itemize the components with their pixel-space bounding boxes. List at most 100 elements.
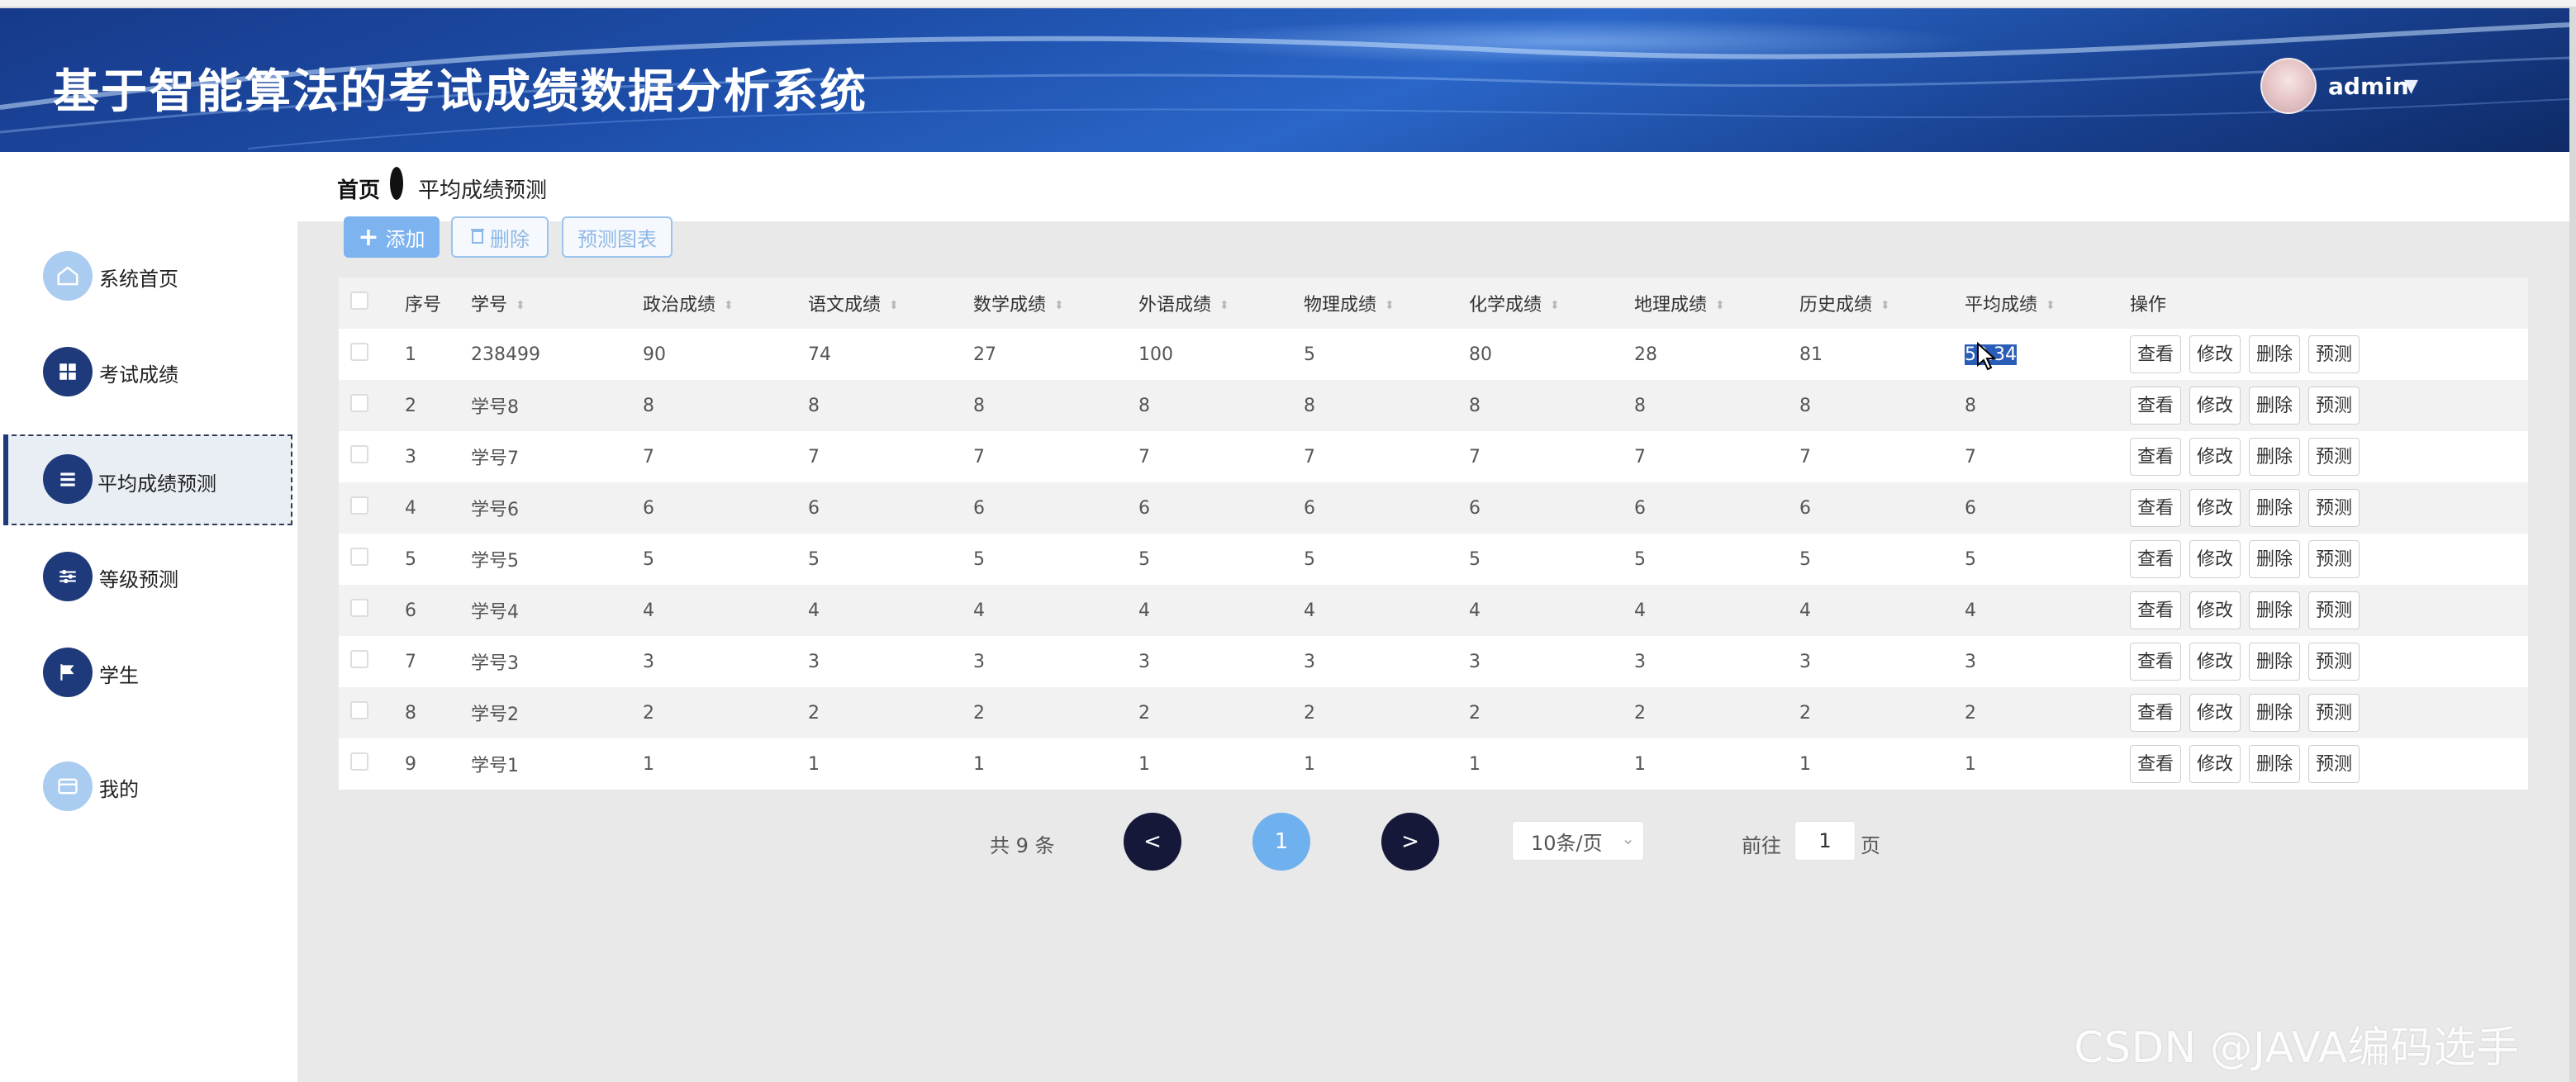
row-checkbox[interactable]: [350, 701, 368, 719]
row-select-cell[interactable]: [339, 329, 405, 380]
view-button[interactable]: 查看: [2130, 489, 2181, 527]
edit-button[interactable]: 修改: [2189, 591, 2241, 629]
delete-row-button[interactable]: 删除: [2249, 540, 2300, 578]
delete-row-button[interactable]: 删除: [2249, 694, 2300, 732]
predict-button[interactable]: 预测: [2308, 335, 2360, 373]
row-checkbox[interactable]: [350, 548, 368, 566]
view-button[interactable]: 查看: [2130, 643, 2181, 681]
row-select-cell[interactable]: [339, 431, 405, 482]
row-select-cell[interactable]: [339, 380, 405, 431]
row-select-cell[interactable]: [339, 534, 405, 585]
table-row[interactable]: 5 学号5 5 5 5 5 5 5 5 5 5 查看 修改 删除 预测: [339, 534, 2528, 585]
row-checkbox[interactable]: [350, 343, 368, 361]
row-select-cell[interactable]: [339, 738, 405, 790]
column-header[interactable]: 数学成绩 ⬍: [973, 278, 1138, 329]
edit-button[interactable]: 修改: [2189, 643, 2241, 681]
predict-button[interactable]: 预测: [2308, 591, 2360, 629]
predict-button[interactable]: 预测: [2308, 438, 2360, 476]
sort-icon[interactable]: ⬍: [1550, 299, 1560, 312]
row-checkbox[interactable]: [350, 496, 368, 515]
edit-button[interactable]: 修改: [2189, 335, 2241, 373]
user-name[interactable]: admin: [2328, 73, 2409, 100]
column-header[interactable]: 历史成绩 ⬍: [1799, 278, 1965, 329]
sort-icon[interactable]: ⬍: [1054, 299, 1064, 312]
sort-icon[interactable]: ⬍: [1385, 299, 1395, 312]
predict-button[interactable]: 预测: [2308, 745, 2360, 783]
column-header[interactable]: 物理成绩 ⬍: [1304, 278, 1469, 329]
view-button[interactable]: 查看: [2130, 745, 2181, 783]
row-checkbox[interactable]: [350, 445, 368, 463]
chevron-down-icon[interactable]: ▼: [2404, 76, 2418, 97]
predict-button[interactable]: 预测: [2308, 387, 2360, 425]
sort-icon[interactable]: ⬍: [889, 299, 899, 312]
row-checkbox[interactable]: [350, 394, 368, 412]
predict-button[interactable]: 预测: [2308, 540, 2360, 578]
delete-row-button[interactable]: 删除: [2249, 489, 2300, 527]
edit-button[interactable]: 修改: [2189, 745, 2241, 783]
table-row[interactable]: 9 学号1 1 1 1 1 1 1 1 1 1 查看 修改 删除 预测: [339, 738, 2528, 790]
sidebar-item-exam-scores[interactable]: 考试成绩: [7, 325, 296, 416]
goto-page-input[interactable]: [1794, 821, 1856, 861]
sort-icon[interactable]: ⬍: [1715, 299, 1725, 312]
sidebar-item-students[interactable]: 学生: [7, 626, 296, 717]
add-button[interactable]: + 添加: [344, 216, 440, 258]
sidebar-item-average-prediction[interactable]: 平均成绩预测: [3, 434, 292, 525]
view-button[interactable]: 查看: [2130, 591, 2181, 629]
view-button[interactable]: 查看: [2130, 335, 2181, 373]
select-all-checkbox[interactable]: [350, 292, 368, 310]
delete-row-button[interactable]: 删除: [2249, 591, 2300, 629]
avatar[interactable]: [2260, 58, 2317, 114]
row-select-cell[interactable]: [339, 636, 405, 687]
sort-icon[interactable]: ⬍: [1219, 299, 1229, 312]
sort-icon[interactable]: ⬍: [516, 299, 525, 312]
table-row[interactable]: 1238499907427100580288159.34查看修改删除预测: [339, 329, 2528, 380]
prediction-chart-button[interactable]: 预测图表: [562, 216, 673, 258]
column-header[interactable]: 化学成绩 ⬍: [1469, 278, 1634, 329]
sort-icon[interactable]: ⬍: [724, 299, 734, 312]
page-size-select[interactable]: 10条/页 ⌄: [1512, 821, 1644, 861]
edit-button[interactable]: 修改: [2189, 387, 2241, 425]
sidebar-item-grade-prediction[interactable]: 等级预测: [7, 530, 296, 621]
select-all-cell[interactable]: [339, 278, 405, 329]
column-header[interactable]: 外语成绩 ⬍: [1138, 278, 1304, 329]
edit-button[interactable]: 修改: [2189, 540, 2241, 578]
pagination-prev-button[interactable]: <: [1124, 813, 1181, 871]
sort-icon[interactable]: ⬍: [1880, 299, 1890, 312]
predict-button[interactable]: 预测: [2308, 643, 2360, 681]
column-header[interactable]: 语文成绩 ⬍: [808, 278, 973, 329]
edit-button[interactable]: 修改: [2189, 694, 2241, 732]
table-row[interactable]: 2 学号8 8 8 8 8 8 8 8 8 8 查看 修改 删除 预测: [339, 380, 2528, 431]
view-button[interactable]: 查看: [2130, 694, 2181, 732]
view-button[interactable]: 查看: [2130, 540, 2181, 578]
predict-button[interactable]: 预测: [2308, 694, 2360, 732]
delete-button[interactable]: 删除: [451, 216, 549, 258]
delete-row-button[interactable]: 删除: [2249, 745, 2300, 783]
sort-icon[interactable]: ⬍: [2046, 299, 2056, 312]
delete-row-button[interactable]: 删除: [2249, 438, 2300, 476]
delete-row-button[interactable]: 删除: [2249, 335, 2300, 373]
view-button[interactable]: 查看: [2130, 387, 2181, 425]
column-header[interactable]: 平均成绩 ⬍: [1965, 278, 2130, 329]
table-row[interactable]: 6 学号4 4 4 4 4 4 4 4 4 4 查看 修改 删除 预测: [339, 585, 2528, 636]
predict-button[interactable]: 预测: [2308, 489, 2360, 527]
sidebar-item-home[interactable]: 系统首页: [7, 230, 296, 320]
pagination-page-1[interactable]: 1: [1252, 813, 1310, 871]
row-select-cell[interactable]: [339, 687, 405, 738]
row-checkbox[interactable]: [350, 599, 368, 617]
sidebar-item-mine[interactable]: 我的: [7, 740, 296, 831]
delete-row-button[interactable]: 删除: [2249, 387, 2300, 425]
table-row[interactable]: 4 学号6 6 6 6 6 6 6 6 6 6 查看 修改 删除 预测: [339, 482, 2528, 534]
breadcrumb-home[interactable]: 首页: [337, 173, 380, 204]
column-header[interactable]: 学号 ⬍: [471, 278, 643, 329]
table-row[interactable]: 8 学号2 2 2 2 2 2 2 2 2 2 查看 修改 删除 预测: [339, 687, 2528, 738]
edit-button[interactable]: 修改: [2189, 489, 2241, 527]
delete-row-button[interactable]: 删除: [2249, 643, 2300, 681]
row-select-cell[interactable]: [339, 585, 405, 636]
row-checkbox[interactable]: [350, 752, 368, 771]
row-select-cell[interactable]: [339, 482, 405, 534]
column-header[interactable]: 地理成绩 ⬍: [1634, 278, 1799, 329]
edit-button[interactable]: 修改: [2189, 438, 2241, 476]
table-row[interactable]: 3 学号7 7 7 7 7 7 7 7 7 7 查看 修改 删除 预测: [339, 431, 2528, 482]
table-row[interactable]: 7 学号3 3 3 3 3 3 3 3 3 3 查看 修改 删除 预测: [339, 636, 2528, 687]
pagination-next-button[interactable]: >: [1381, 813, 1439, 871]
